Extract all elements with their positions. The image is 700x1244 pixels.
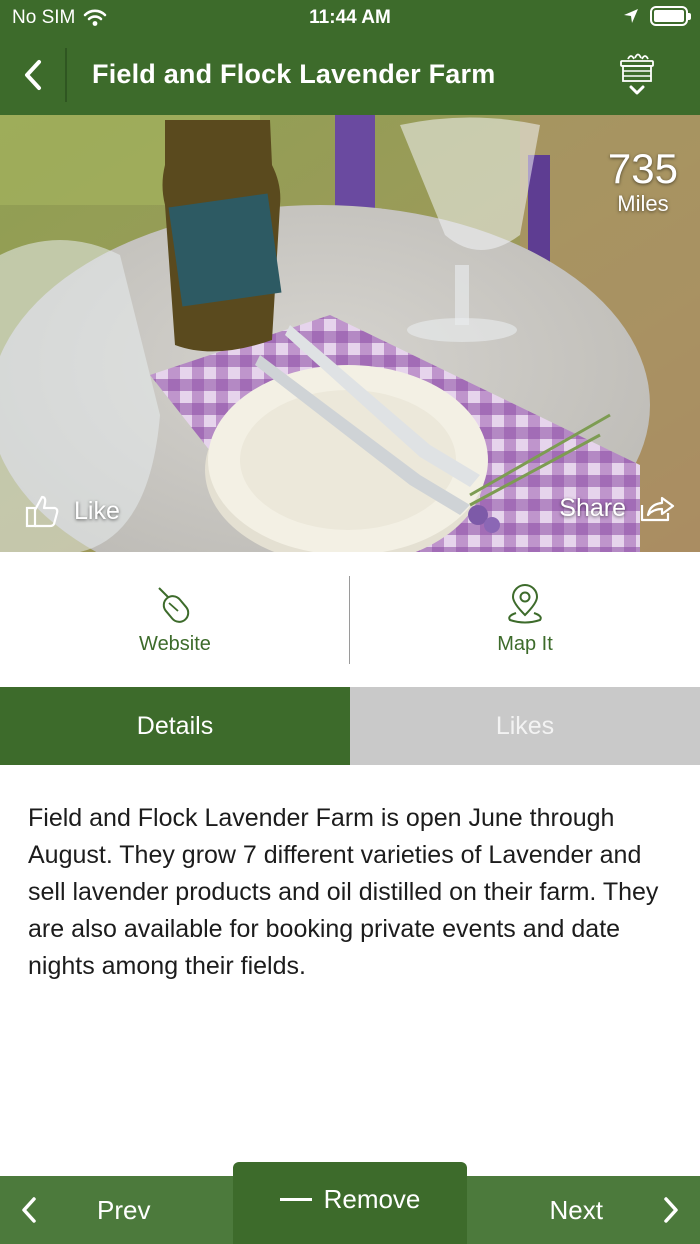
produce-basket-button[interactable]: [618, 50, 656, 110]
like-button[interactable]: Like: [24, 493, 120, 529]
share-label: Share: [559, 493, 626, 522]
chevron-left-icon: [22, 1197, 36, 1223]
battery-icon: [650, 6, 691, 26]
details-description: Field and Flock Lavender Farm is open Ju…: [28, 804, 659, 980]
tab-likes[interactable]: Likes: [350, 687, 700, 765]
prev-label: Prev: [97, 1194, 151, 1225]
clock: 11:44 AM: [309, 7, 391, 28]
nav-divider: [65, 48, 67, 102]
remove-label: Remove: [323, 1183, 421, 1214]
status-bar: No SIM 11:44 AM: [0, 0, 700, 34]
chevron-right-icon: [664, 1197, 678, 1223]
prev-button[interactable]: Prev: [0, 1176, 233, 1244]
distance-unit: Miles: [617, 191, 669, 216]
location-arrow-icon: [624, 9, 638, 23]
next-label: Next: [549, 1194, 603, 1225]
remove-button[interactable]: Remove: [233, 1162, 467, 1244]
share-icon: [640, 496, 675, 522]
produce-crate-icon: [620, 53, 654, 82]
action-row: Website Map It: [0, 552, 700, 687]
tab-details[interactable]: Details: [0, 687, 350, 765]
page-title: Field and Flock Lavender Farm: [92, 59, 496, 89]
next-button[interactable]: Next: [467, 1176, 700, 1244]
map-it-button[interactable]: Map It: [350, 552, 700, 687]
map-pin-icon: [508, 584, 542, 624]
chevron-left-icon: [25, 60, 41, 90]
share-button[interactable]: Share: [559, 493, 676, 523]
action-divider: [349, 576, 350, 664]
minus-icon: [279, 1197, 312, 1201]
chevron-down-icon: [629, 85, 645, 95]
thumbs-up-icon: [25, 495, 59, 528]
tab-bar: Details Likes: [0, 687, 700, 765]
website-label: Website: [139, 633, 211, 655]
back-button[interactable]: [12, 54, 54, 96]
map-it-label: Map It: [497, 633, 553, 655]
website-button[interactable]: Website: [0, 552, 350, 687]
hero-image: 735 Miles Like Share: [0, 115, 700, 552]
like-label: Like: [74, 496, 120, 525]
mouse-click-icon: [158, 587, 190, 623]
distance-badge: 735 Miles: [608, 147, 678, 217]
farm-table-photo: [0, 115, 700, 552]
distance-value: 735: [607, 145, 678, 192]
nav-bar: Field and Flock Lavender Farm: [0, 34, 700, 115]
status-right: [622, 6, 691, 26]
